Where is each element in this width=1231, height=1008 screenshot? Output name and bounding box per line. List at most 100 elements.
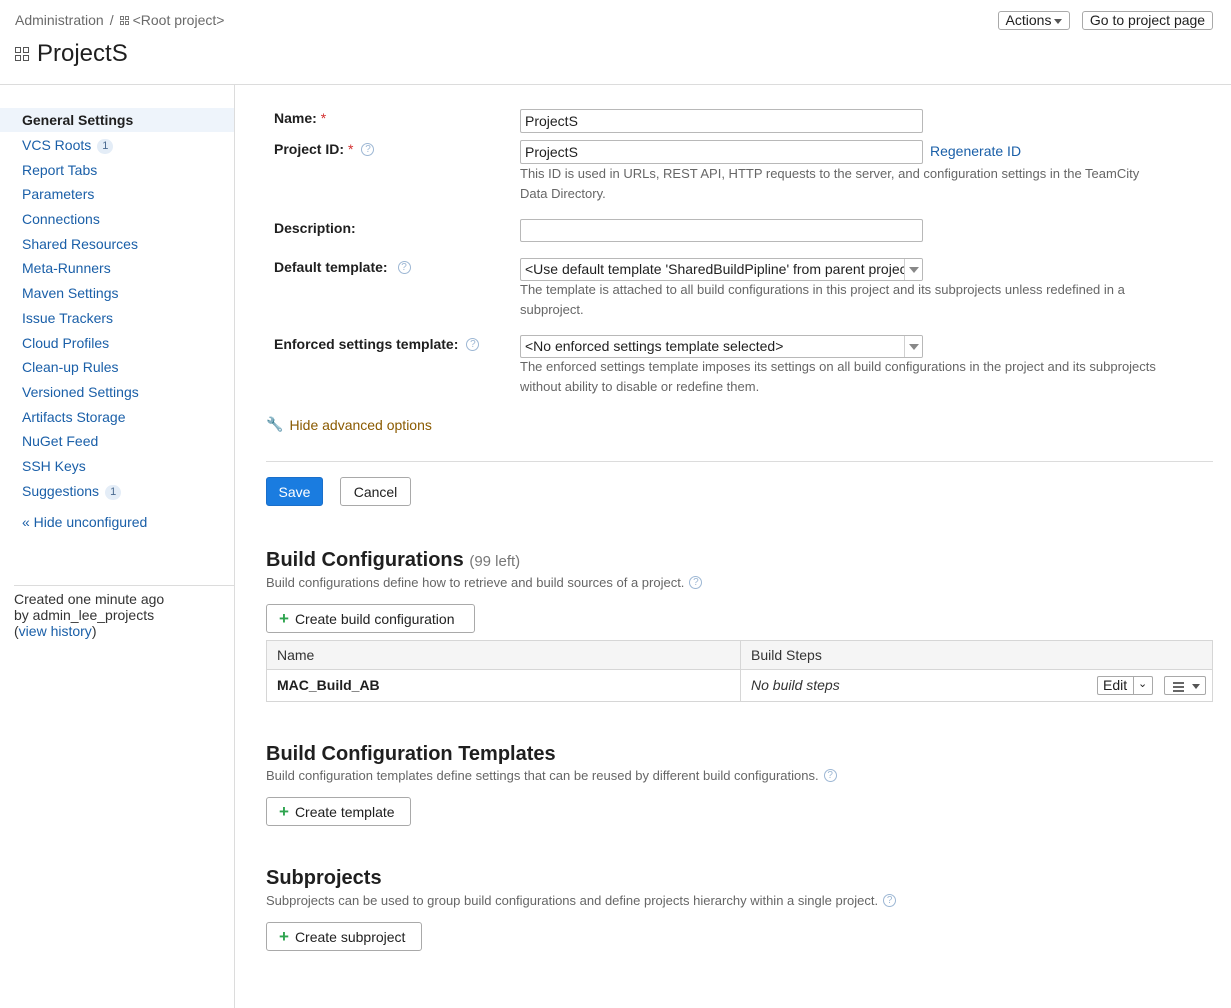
edit-split-button[interactable]: Edit ⌄: [1097, 676, 1153, 695]
sidebar-item-general-settings[interactable]: General Settings: [0, 108, 234, 132]
project-id-label: Project ID: *?: [274, 141, 375, 157]
created-time-text: Created one minute ago: [14, 591, 165, 607]
sidebar-item-label: General Settings: [22, 112, 134, 128]
build-configurations-left-count: (99 left): [469, 553, 521, 570]
help-icon[interactable]: ?: [466, 337, 480, 351]
sidebar-item-connections[interactable]: Connections: [0, 207, 234, 231]
build-configurations-description: Build configurations define how to retri…: [266, 575, 703, 590]
sidebar-item-label: Parameters: [22, 186, 95, 202]
split-divider: [1133, 677, 1134, 694]
sidebar-item-issue-trackers[interactable]: Issue Trackers: [0, 306, 234, 330]
breadcrumb-separator: /: [109, 12, 114, 28]
sidebar-item-label: Issue Trackers: [22, 310, 114, 326]
breadcrumb-root-project-link[interactable]: <Root project>: [133, 12, 225, 28]
create-build-configuration-button[interactable]: + Create build configuration: [266, 604, 475, 633]
sidebar-item-ssh-keys[interactable]: SSH Keys: [0, 454, 234, 478]
page-title: ProjectS: [15, 40, 128, 68]
default-template-select[interactable]: <Use default template 'SharedBuildPiplin…: [520, 258, 923, 281]
subprojects-description: Subprojects can be used to group build c…: [266, 893, 897, 908]
sidebar-item-label: Report Tabs: [22, 162, 98, 178]
sidebar-item-cloud-profiles[interactable]: Cloud Profiles: [0, 331, 234, 355]
plus-icon: +: [279, 801, 289, 821]
hide-advanced-options-label: Hide advanced options: [289, 416, 432, 433]
templates-description: Build configuration templates define set…: [266, 768, 837, 783]
help-icon[interactable]: ?: [361, 142, 375, 156]
sidebar-item-artifacts-storage[interactable]: Artifacts Storage: [0, 405, 234, 429]
chevron-down-icon: [1192, 684, 1200, 689]
project-id-note: This ID is used in URLs, REST API, HTTP …: [520, 166, 1140, 201]
required-asterisk: *: [348, 141, 354, 157]
count-badge: 1: [105, 485, 122, 500]
build-configurations-title: Build Configurations: [266, 549, 464, 571]
go-to-project-page-button[interactable]: Go to project page: [1082, 11, 1213, 30]
view-history-link[interactable]: view history: [19, 623, 92, 639]
column-header-build-steps: Build Steps: [751, 647, 822, 663]
chevron-down-icon[interactable]: ⌄: [1138, 676, 1147, 693]
page-header: Administration / <Root project> ProjectS…: [0, 0, 1231, 85]
name-label-text: Name:: [274, 110, 317, 126]
create-build-configuration-label: Create build configuration: [294, 610, 455, 627]
name-label: Name: *: [274, 110, 326, 126]
wrench-icon: 🔧: [266, 416, 284, 432]
sidebar-item-label: Meta-Runners: [22, 260, 111, 276]
default-template-label: Default template:?: [274, 259, 411, 275]
help-icon[interactable]: ?: [397, 260, 411, 274]
default-template-selected-value: <Use default template 'SharedBuildPiplin…: [525, 261, 919, 277]
build-configurations-heading: Build Configurations (99 left): [266, 549, 520, 572]
create-template-button[interactable]: + Create template: [266, 797, 411, 826]
sidebar-item-clean-up-rules[interactable]: Clean-up Rules: [0, 355, 234, 379]
enforced-settings-select[interactable]: <No enforced settings template selected>: [520, 335, 923, 358]
plus-icon: +: [279, 608, 289, 628]
sidebar-item-label: Clean-up Rules: [22, 359, 119, 375]
project-id-input[interactable]: [520, 140, 923, 164]
row-actions-menu-button[interactable]: [1164, 676, 1206, 695]
count-badge: 1: [97, 139, 114, 154]
description-input[interactable]: [520, 219, 923, 242]
build-configuration-name-link[interactable]: MAC_Build_AB: [277, 677, 380, 693]
regenerate-id-link[interactable]: Regenerate ID: [930, 143, 1021, 159]
actions-button[interactable]: Actions: [998, 11, 1070, 30]
sidebar-item-label: NuGet Feed: [22, 433, 99, 449]
build-configurations-table: Name Build Steps MAC_Build_AB No build s…: [266, 640, 1213, 702]
sidebar-item-shared-resources[interactable]: Shared Resources: [0, 232, 234, 256]
hide-unconfigured-link[interactable]: « Hide unconfigured: [0, 510, 234, 534]
sidebar-item-parameters[interactable]: Parameters: [0, 182, 234, 206]
sidebar-item-label: Suggestions: [22, 483, 100, 499]
help-icon[interactable]: ?: [883, 894, 897, 907]
enforced-settings-note: The enforced settings template imposes i…: [520, 359, 1156, 394]
sidebar-item-label: Artifacts Storage: [22, 409, 126, 425]
form-divider: [266, 461, 1213, 462]
breadcrumb-administration-link[interactable]: Administration: [15, 12, 104, 28]
sidebar-item-label: Cloud Profiles: [22, 335, 110, 351]
create-subproject-button[interactable]: + Create subproject: [266, 922, 422, 951]
edit-button-label[interactable]: Edit: [1103, 677, 1127, 693]
name-input[interactable]: [520, 109, 923, 133]
sidebar-item-nuget-feed[interactable]: NuGet Feed: [0, 429, 234, 453]
actions-button-label: Actions: [1005, 12, 1052, 28]
sidebar-item-suggestions[interactable]: Suggestions 1: [0, 479, 234, 503]
help-icon[interactable]: ?: [689, 576, 703, 589]
sidebar-item-label: Maven Settings: [22, 285, 119, 301]
sidebar-item-label: Versioned Settings: [22, 384, 139, 400]
save-button[interactable]: Save: [266, 477, 323, 506]
hide-advanced-options-link[interactable]: 🔧 Hide advanced options: [266, 416, 432, 433]
sidebar-item-vcs-roots[interactable]: VCS Roots 1: [0, 133, 234, 157]
sidebar: General Settings VCS Roots 1 Report Tabs …: [0, 85, 235, 1008]
required-asterisk: *: [320, 110, 327, 126]
cancel-button[interactable]: Cancel: [340, 477, 411, 506]
sidebar-item-meta-runners[interactable]: Meta-Runners: [0, 256, 234, 280]
chevron-down-icon: [1054, 18, 1063, 24]
help-icon[interactable]: ?: [823, 769, 837, 782]
sidebar-item-maven-settings[interactable]: Maven Settings: [0, 281, 234, 305]
create-subproject-label: Create subproject: [294, 928, 406, 945]
breadcrumb: Administration / <Root project>: [15, 12, 224, 28]
column-header-name[interactable]: Name: [277, 647, 314, 663]
templates-description-text: Build configuration templates define set…: [266, 768, 819, 783]
plus-icon: +: [279, 926, 289, 946]
sidebar-item-label: Shared Resources: [22, 236, 138, 252]
sidebar-item-versioned-settings[interactable]: Versioned Settings: [0, 380, 234, 404]
subprojects-heading: Subprojects: [266, 867, 382, 889]
default-template-label-text: Default template:: [274, 259, 388, 275]
dropdown-arrow-icon: [904, 259, 922, 280]
sidebar-item-report-tabs[interactable]: Report Tabs: [0, 158, 234, 182]
